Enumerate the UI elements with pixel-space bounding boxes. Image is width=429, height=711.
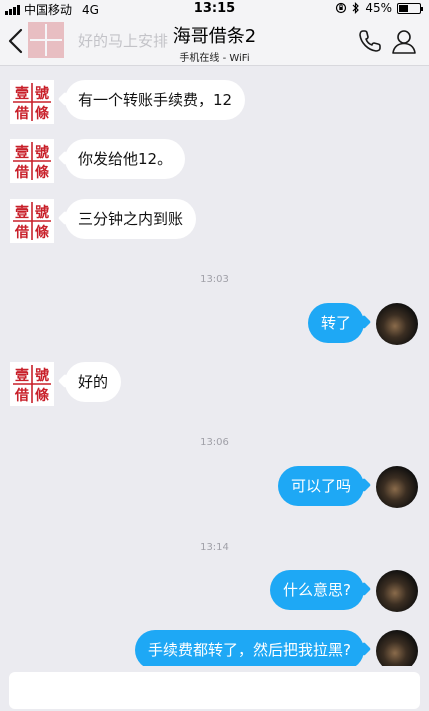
chat-area[interactable]: 壹號借條 有一个转账手续费，12 壹號借條 你发给他12。 壹號借條 三分钟之内… <box>0 66 429 672</box>
svg-text:條: 條 <box>35 224 50 241</box>
contact-avatar[interactable]: 壹號借條 <box>10 139 54 183</box>
svg-text:號: 號 <box>35 144 49 161</box>
contact-avatar[interactable]: 壹號借條 <box>10 80 54 124</box>
message-timestamp: 13:03 <box>200 274 229 285</box>
svg-text:壹: 壹 <box>15 144 29 161</box>
bluetooth-icon <box>352 2 360 14</box>
svg-text:借: 借 <box>14 105 29 122</box>
phone-icon[interactable] <box>357 28 383 54</box>
svg-text:號: 號 <box>35 204 49 221</box>
svg-text:條: 條 <box>35 105 50 122</box>
svg-text:號: 號 <box>35 85 49 102</box>
incoming-message: 三分钟之内到账 <box>65 199 197 239</box>
battery-percent: 45% <box>365 1 392 15</box>
seal-logo: 壹號借條 <box>11 200 53 242</box>
message-timestamp: 13:14 <box>200 542 229 553</box>
battery-fill <box>399 4 408 12</box>
seal-logo: 壹號借條 <box>11 81 53 123</box>
status-right: 45% <box>335 1 423 15</box>
svg-text:壹: 壹 <box>15 367 29 384</box>
user-avatar[interactable] <box>376 570 418 612</box>
contact-avatar[interactable]: 壹號借條 <box>10 199 54 243</box>
svg-text:借: 借 <box>14 224 29 241</box>
incoming-message: 你发给他12。 <box>65 139 186 179</box>
nav-bar: 好的马上安排 海哥借条2 手机在线 - WiFi <box>0 18 429 66</box>
seal-logo: 壹號借條 <box>11 140 53 182</box>
incoming-message: 好的 <box>65 362 122 402</box>
svg-text:條: 條 <box>35 164 50 181</box>
outgoing-message: 转了 <box>307 303 364 343</box>
message-timestamp: 13:06 <box>200 437 229 448</box>
outgoing-message: 可以了吗 <box>277 466 364 506</box>
status-bar: 中国移动 4G 13:15 45% <box>0 0 429 18</box>
outgoing-message: 什么意思? <box>270 570 364 610</box>
user-avatar[interactable] <box>376 303 418 345</box>
contact-avatar[interactable]: 壹號借條 <box>10 362 54 406</box>
svg-text:號: 號 <box>35 367 49 384</box>
outgoing-message: 手续费都转了，然后把我拉黑? <box>135 630 364 670</box>
orientation-lock-icon <box>336 2 347 14</box>
svg-text:借: 借 <box>14 387 29 404</box>
battery-icon <box>397 2 423 14</box>
svg-text:借: 借 <box>14 164 29 181</box>
svg-text:條: 條 <box>35 387 50 404</box>
user-avatar[interactable] <box>376 466 418 508</box>
message-input[interactable] <box>9 672 420 709</box>
seal-logo: 壹號借條 <box>11 363 53 405</box>
svg-text:壹: 壹 <box>15 85 29 102</box>
input-bar <box>0 666 429 711</box>
profile-icon[interactable] <box>391 28 417 54</box>
incoming-message: 有一个转账手续费，12 <box>65 80 246 120</box>
svg-text:壹: 壹 <box>15 204 29 221</box>
